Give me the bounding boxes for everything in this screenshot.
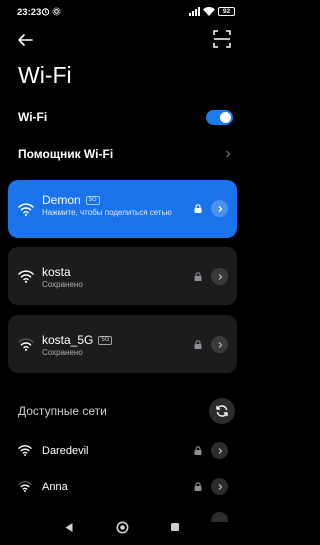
network-name: kosta_5G xyxy=(42,333,94,347)
network-details-button[interactable] xyxy=(211,200,228,217)
wifi-toggle-label: Wi-Fi xyxy=(18,110,48,124)
available-networks-title: Доступные сети xyxy=(18,404,107,418)
settings-gear-icon xyxy=(52,7,61,16)
network-name: Anna xyxy=(42,481,68,493)
nav-recents-button[interactable] xyxy=(166,518,184,536)
available-network-daredevil[interactable]: Daredevil xyxy=(0,440,245,462)
wifi-signal-icon xyxy=(18,338,34,351)
network-details-button[interactable] xyxy=(211,268,228,285)
band-badge: 5G xyxy=(85,195,100,205)
chevron-right-icon xyxy=(218,483,222,490)
lock-icon xyxy=(194,482,202,491)
status-left-icons xyxy=(41,7,61,16)
wifi-toggle-switch[interactable] xyxy=(206,109,233,125)
chevron-right-icon xyxy=(218,273,222,280)
nav-back-button[interactable] xyxy=(60,518,78,536)
refresh-icon xyxy=(216,405,228,417)
band-badge: 5G xyxy=(98,335,113,345)
navigation-bar xyxy=(0,509,245,545)
network-status: Нажмите, чтобы поделиться сетью xyxy=(42,208,172,217)
network-name: Daredevil xyxy=(42,445,89,457)
wifi-signal-icon xyxy=(18,203,34,216)
triangle-back-icon xyxy=(65,522,73,532)
nav-home-button[interactable] xyxy=(113,518,131,536)
network-card-demon[interactable]: Demon 5G Нажмите, чтобы поделиться сетью xyxy=(8,180,237,238)
back-arrow-icon[interactable] xyxy=(15,30,35,50)
network-status: Сохранено xyxy=(42,348,83,357)
refresh-button[interactable] xyxy=(209,398,235,424)
wifi-signal-icon xyxy=(18,481,32,492)
chevron-right-icon xyxy=(218,447,222,454)
battery-indicator: 92 xyxy=(218,7,235,16)
lock-icon xyxy=(194,446,202,455)
top-bar xyxy=(0,28,245,52)
status-right-icons: 92 xyxy=(189,7,235,16)
network-status: Сохранено xyxy=(42,280,83,289)
qr-scan-icon[interactable] xyxy=(213,30,231,48)
lock-icon xyxy=(194,272,202,281)
wifi-signal-icon xyxy=(18,445,32,456)
signal-icon xyxy=(189,7,200,16)
network-details-button[interactable] xyxy=(211,478,228,495)
available-network-anna[interactable]: Anna xyxy=(0,476,245,498)
lock-icon xyxy=(194,204,202,213)
wifi-assistant-row[interactable]: Помощник Wi-Fi xyxy=(18,145,233,163)
network-details-button[interactable] xyxy=(211,336,228,353)
wifi-signal-icon xyxy=(18,270,34,283)
chevron-right-icon xyxy=(226,150,231,158)
status-time: 23:23 xyxy=(17,7,42,18)
square-recents-icon xyxy=(171,523,179,531)
network-card-kosta[interactable]: kosta Сохранено xyxy=(8,247,237,305)
status-bar: 23:23 92 xyxy=(0,0,245,24)
available-networks-header: Доступные сети xyxy=(18,398,235,424)
wifi-status-icon xyxy=(203,7,215,16)
network-name: Demon xyxy=(42,193,81,207)
lock-icon xyxy=(194,340,202,349)
wifi-assistant-label: Помощник Wi-Fi xyxy=(18,147,114,161)
network-name: kosta xyxy=(42,265,71,279)
chevron-right-icon xyxy=(218,341,222,348)
circle-home-icon xyxy=(116,521,128,533)
wifi-toggle-row[interactable]: Wi-Fi xyxy=(18,108,233,126)
network-card-kosta-5g[interactable]: kosta_5G 5G Сохранено xyxy=(8,315,237,373)
page-title: Wi-Fi xyxy=(18,62,72,88)
network-details-button[interactable] xyxy=(211,442,228,459)
alarm-icon xyxy=(41,8,50,16)
toggle-knob xyxy=(220,111,231,123)
chevron-right-icon xyxy=(218,205,222,212)
